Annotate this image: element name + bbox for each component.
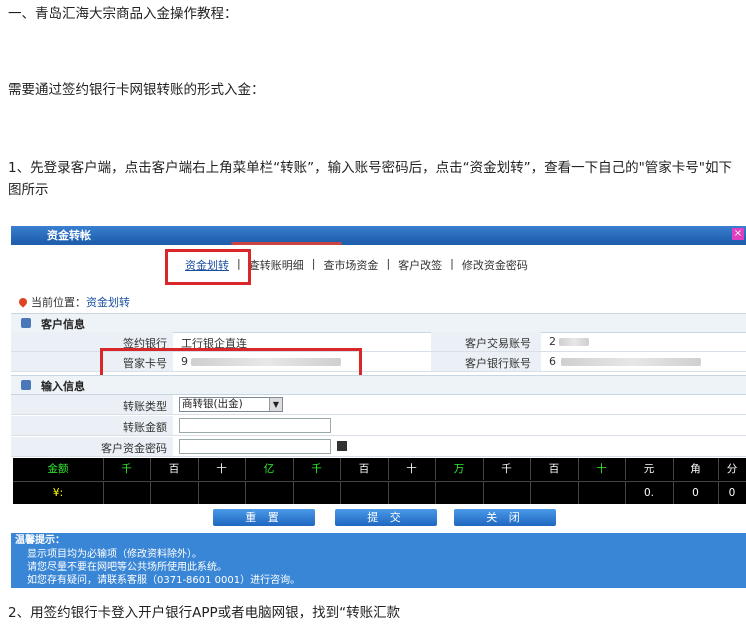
intro-paragraph: 需要通过签约银行卡网银转账的形式入金：: [8, 82, 265, 98]
tab-customer-resign[interactable]: 客户改签: [392, 257, 448, 273]
amount-grid-header-cell: 亿: [245, 458, 294, 480]
bank-account-label: 客户银行账号: [465, 357, 531, 370]
amount-grid-value-cell: [150, 481, 199, 504]
password-label: 客户资金密码: [101, 442, 167, 455]
input-info-section: 输入信息: [11, 375, 746, 395]
amount-grid-value-cell: [530, 481, 579, 504]
tip-line: 显示项目均为必输项（修改资料除外）。: [27, 549, 202, 560]
amount-grid-header-cell: 百: [340, 458, 389, 480]
amount-grid-value-cell: 0: [718, 481, 746, 504]
window-title: 资金转帐: [47, 229, 91, 242]
tips-panel: 温馨提示： 显示项目均为必输项（修改资料除外）。 请您尽量不要在网吧等公共场所使…: [11, 533, 746, 588]
form-row: 转账类型 商转银(出金) ▼: [11, 395, 746, 415]
amount-grid-value-cell: [483, 481, 531, 504]
tips-title: 温馨提示：: [15, 535, 65, 546]
amount-label: 转账金额: [123, 421, 167, 434]
amount-grid-header-cell: 十: [578, 458, 626, 480]
window-titlebar: 资金转帐 ×: [11, 226, 746, 242]
tab-separator: |: [386, 257, 391, 270]
amount-grid-header-cell: 十: [198, 458, 246, 480]
edit-icon: [21, 380, 31, 390]
section-title: 客户信息: [41, 318, 85, 331]
amount-grid-header-cell: 金额: [13, 458, 104, 480]
amount-grid-value-cell: [293, 481, 341, 504]
highlight-box-tab: [165, 249, 251, 285]
tab-separator: |: [311, 257, 316, 270]
amount-grid-header-cell: 百: [530, 458, 579, 480]
breadcrumb: 当前位置：资金划转: [17, 294, 130, 310]
amount-grid-header-cell: 千: [103, 458, 151, 480]
amount-grid-header-cell: 千: [483, 458, 531, 480]
breadcrumb-value[interactable]: 资金划转: [86, 296, 130, 309]
highlight-box-card: [100, 348, 362, 378]
fund-transfer-screenshot: 资金转帐 × 资金划转 | 查转账明细 | 查市场资金 | 客户改签 | 修改资…: [11, 226, 746, 588]
amount-grid-value-cell: 0: [673, 481, 719, 504]
tab-change-password[interactable]: 修改资金密码: [456, 257, 534, 273]
tab-transfer-detail[interactable]: 查转账明细: [243, 257, 310, 273]
amount-grid-value-cell: [198, 481, 246, 504]
section-title: 输入信息: [41, 380, 85, 393]
blurred-value: [561, 358, 701, 366]
tab-market-funds[interactable]: 查市场资金: [317, 257, 384, 273]
amount-grid-value-cell: 0.: [625, 481, 674, 504]
tip-line: 如您存有疑问，请联系客服（0371-8601 0001）进行咨询。: [27, 575, 301, 586]
tip-line: 请您尽量不要在网吧等公共场所使用此系统。: [27, 562, 227, 573]
location-pin-icon: [17, 296, 29, 308]
reset-button[interactable]: 重 置: [213, 509, 315, 526]
amount-grid-header-cell: 百: [150, 458, 199, 480]
amount-grid-value-cell: ¥:: [13, 481, 104, 504]
amount-grid-value-cell: [340, 481, 389, 504]
amount-grid-header-cell: 千: [293, 458, 341, 480]
bank-account-value: 6: [549, 355, 556, 368]
tab-separator: |: [450, 257, 454, 270]
amount-grid-value-cell: [103, 481, 151, 504]
amount-input[interactable]: [179, 418, 331, 433]
chevron-down-icon[interactable]: ▼: [269, 398, 282, 411]
keyboard-icon[interactable]: [337, 441, 347, 451]
close-button[interactable]: 关 闭: [454, 509, 556, 526]
title-stripe: [11, 242, 746, 245]
amount-grid-header-cell: 角: [673, 458, 719, 480]
step2-paragraph: 2、用签约银行卡登入开户银行APP或者电脑网银，找到“转账汇款: [8, 605, 401, 621]
step1-paragraph: 1、先登录客户端，点击客户端右上角菜单栏“转账”，输入账号密码后，点击“资金划转…: [8, 160, 732, 198]
amount-grid-value-cell: [578, 481, 626, 504]
transfer-type-label: 转账类型: [123, 400, 167, 413]
close-icon[interactable]: ×: [732, 228, 744, 240]
amount-grid-value-cell: [245, 481, 294, 504]
trade-account-value: 2: [549, 335, 556, 348]
customer-info-section: 客户信息: [11, 313, 746, 333]
user-icon: [21, 318, 31, 328]
amount-grid-header-cell: 元: [625, 458, 674, 480]
submit-button[interactable]: 提 交: [335, 509, 437, 526]
password-input[interactable]: [179, 439, 331, 454]
trade-account-label: 客户交易账号: [465, 337, 531, 350]
blurred-value: [559, 338, 589, 346]
amount-grid-header-cell: 分: [718, 458, 746, 480]
heading-paragraph: 一、青岛汇海大宗商品入金操作教程：: [8, 6, 238, 22]
amount-grid-value-cell: [388, 481, 436, 504]
amount-grid: 金额千百十亿千百十万千百十元角分 ¥: 0. 0 0: [13, 458, 746, 504]
breadcrumb-label: 当前位置：: [31, 296, 86, 309]
form-row: 转账金额: [11, 416, 746, 436]
form-row: 客户资金密码: [11, 437, 746, 457]
transfer-type-select[interactable]: 商转银(出金) ▼: [179, 397, 283, 412]
amount-grid-value-cell: [435, 481, 484, 504]
transfer-type-value: 商转银(出金): [182, 398, 243, 410]
amount-grid-header-cell: 十: [388, 458, 436, 480]
amount-grid-header-cell: 万: [435, 458, 484, 480]
